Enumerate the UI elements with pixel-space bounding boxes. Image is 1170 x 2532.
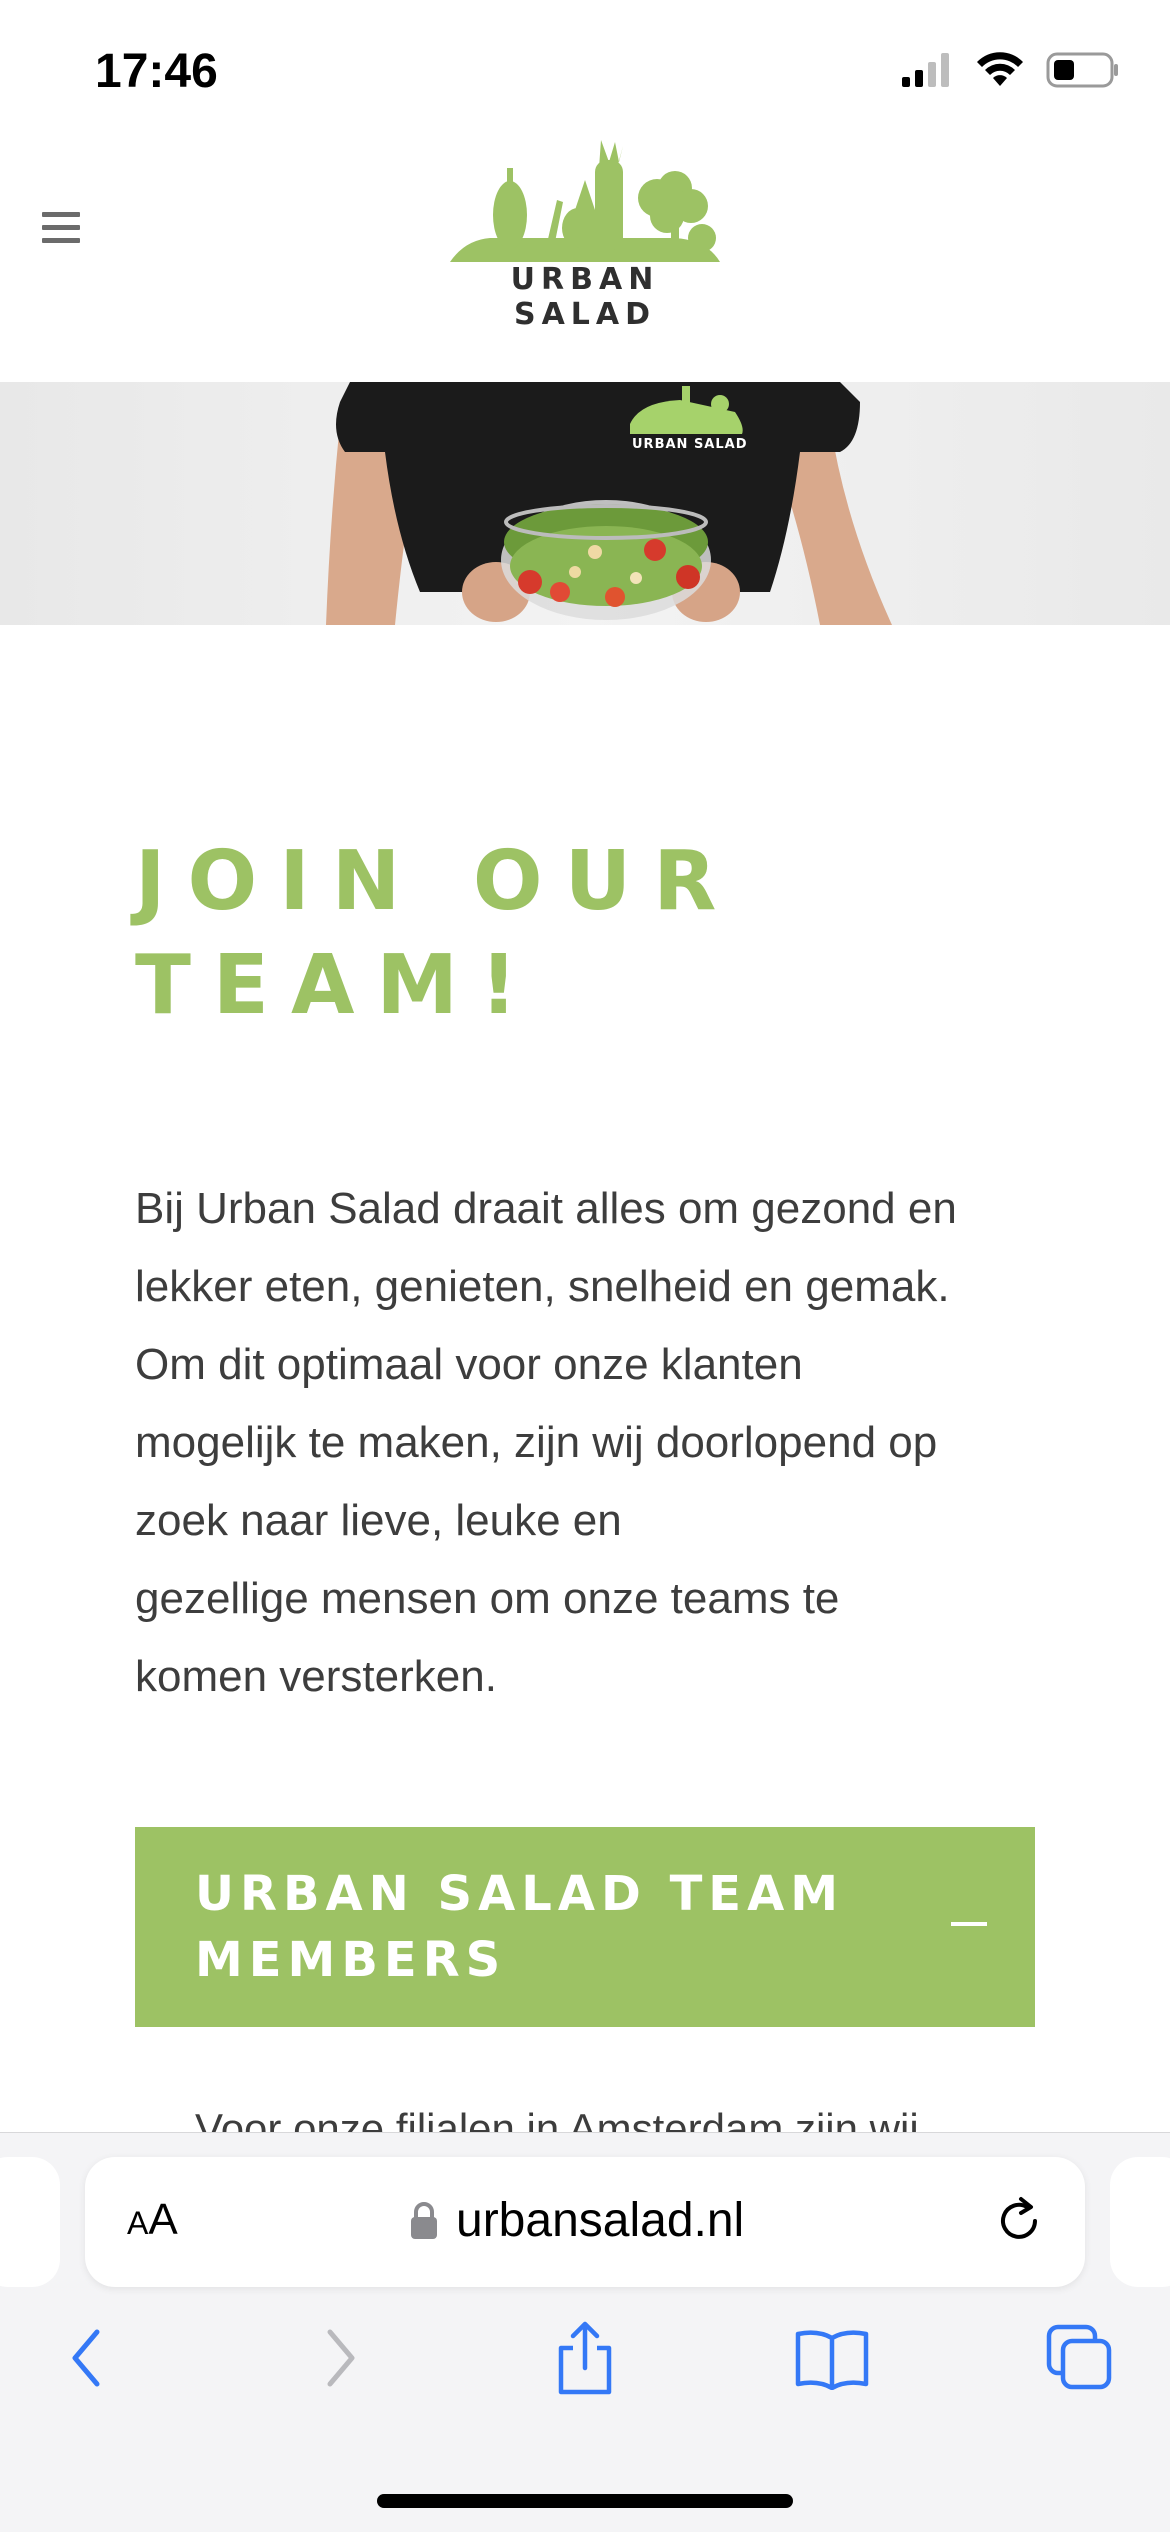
team-members-accordion[interactable]: URBAN SALAD TEAM MEMBERS [135, 1827, 1035, 2027]
tabs-button[interactable] [1035, 2313, 1125, 2403]
wifi-icon [977, 52, 1023, 86]
page-title: JOIN OUR TEAM! [135, 830, 1035, 1038]
chevron-right-icon [327, 2329, 355, 2387]
bookmarks-button[interactable] [787, 2313, 877, 2403]
status-bar: 17:46 [0, 0, 1170, 140]
hamburger-menu-icon[interactable] [42, 212, 82, 246]
page-title-line2: TEAM! [135, 938, 540, 1033]
aa-small-label: A [127, 2205, 149, 2241]
text-size-button[interactable]: AA [127, 2195, 178, 2245]
intro-line: Om dit optimaal voor onze klanten [135, 1340, 803, 1389]
cellular-signal-icon [902, 53, 949, 87]
safari-toolbar [0, 2313, 1170, 2433]
back-button[interactable] [42, 2313, 132, 2403]
intro-line: Bij Urban Salad draait alles om gezond e… [135, 1184, 957, 1233]
chevron-left-icon [72, 2329, 100, 2387]
intro-line: gezellige mensen om onze teams te [135, 1574, 840, 1623]
shirt-logo-text: URBAN SALAD [632, 437, 748, 452]
share-button[interactable] [540, 2313, 630, 2403]
accordion-title-line1: URBAN SALAD TEAM [195, 1866, 845, 1922]
reload-icon[interactable] [991, 2193, 1047, 2249]
vegetable-skyline-icon [450, 140, 720, 262]
previous-tab-pill[interactable] [0, 2157, 60, 2287]
aa-large-label: A [148, 2195, 178, 2244]
intro-line: komen versterken. [135, 1652, 497, 1701]
url-display[interactable]: urbansalad.nl [410, 2193, 744, 2248]
site-header: URBAN SALAD [0, 140, 1170, 382]
next-tab-pill[interactable] [1110, 2157, 1170, 2287]
urban-salad-logo[interactable]: URBAN SALAD [445, 140, 725, 332]
battery-icon [1046, 52, 1118, 88]
intro-line: lekker eten, genieten, snelheid en gemak… [135, 1262, 950, 1311]
address-bar[interactable]: AA urbansalad.nl [85, 2157, 1085, 2287]
status-icons [902, 52, 1120, 88]
share-icon [558, 2321, 612, 2395]
logo-text: URBAN SALAD [510, 262, 660, 332]
hero-image: URBAN SALAD [0, 382, 1170, 625]
accordion-title-line2: MEMBERS [195, 1932, 507, 1988]
accordion-title: URBAN SALAD TEAM MEMBERS [195, 1861, 895, 1993]
home-indicator[interactable] [377, 2494, 793, 2508]
hero-photo-icon: URBAN SALAD [0, 382, 1170, 625]
intro-line: mogelijk te maken, zijn wij doorlopend o… [135, 1418, 938, 1467]
intro-paragraph: Bij Urban Salad draait alles om gezond e… [135, 1170, 1055, 1716]
lock-icon [411, 2201, 437, 2239]
collapse-minus-icon[interactable] [951, 1922, 987, 1926]
intro-line: zoek naar lieve, leuke en [135, 1496, 622, 1545]
safari-bottom-bar: AA urbansalad.nl [0, 2132, 1170, 2532]
url-text: urbansalad.nl [456, 2194, 745, 2247]
book-icon [795, 2330, 869, 2390]
tabs-icon [1046, 2324, 1112, 2390]
page-title-line1: JOIN OUR [135, 834, 739, 929]
forward-button[interactable] [295, 2313, 385, 2403]
status-time: 17:46 [95, 45, 218, 98]
